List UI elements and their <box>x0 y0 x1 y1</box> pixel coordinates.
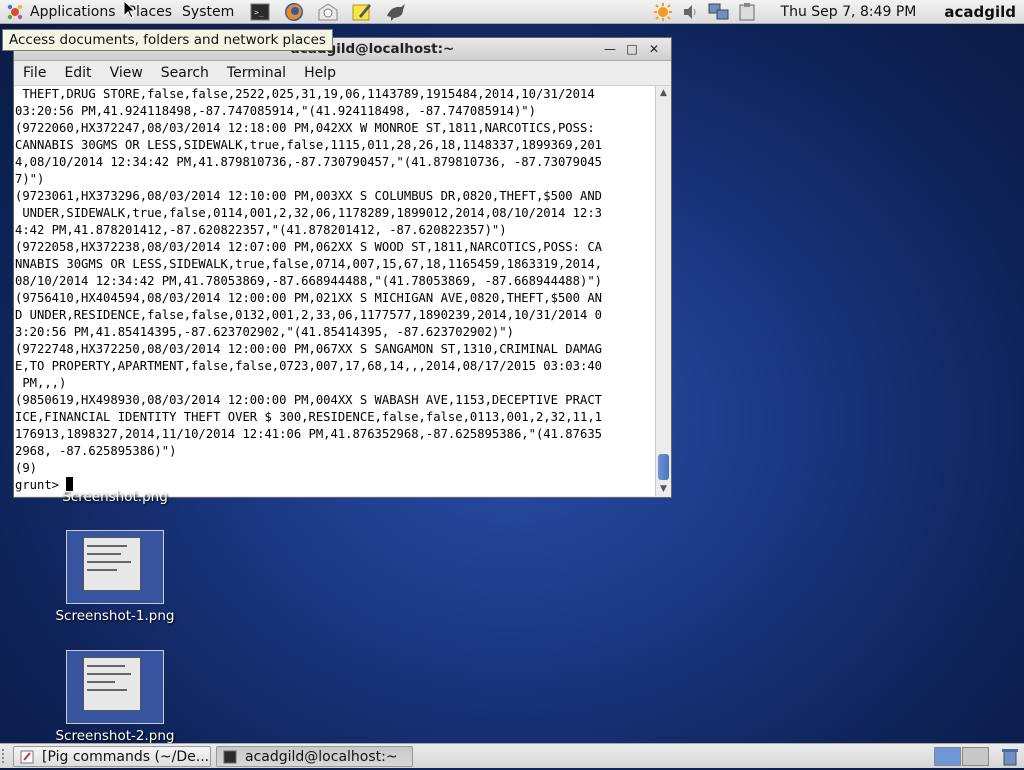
terminal-output[interactable]: THEFT,DRUG STORE,false,false,2522,025,31… <box>14 86 655 496</box>
mail-clock-icon[interactable] <box>316 1 340 23</box>
network-icon[interactable] <box>708 2 730 22</box>
notes-icon[interactable] <box>350 1 374 23</box>
menu-edit[interactable]: Edit <box>55 65 100 81</box>
scroll-up-icon[interactable]: ▲ <box>656 86 671 100</box>
clipboard-icon[interactable] <box>736 2 758 22</box>
terminal-line: (9) <box>15 461 38 475</box>
user-name[interactable]: acadgild <box>944 3 1016 21</box>
workspace-1[interactable] <box>934 747 961 766</box>
terminal-line: (9756410,HX404594,08/03/2014 12:00:00 PM… <box>15 291 602 305</box>
terminal-icon <box>223 750 237 763</box>
taskbar-item-pig-commands[interactable]: [Pig commands (~/De... <box>13 746 211 767</box>
minimize-icon[interactable]: — <box>599 40 621 58</box>
desktop-icon-label: Screenshot-1.png <box>55 608 175 624</box>
places-tooltip: Access documents, folders and network pl… <box>2 29 333 51</box>
dolphin-icon[interactable] <box>384 1 408 23</box>
terminal-line: D UNDER,RESIDENCE,false,false,0132,001,2… <box>15 308 602 322</box>
maximize-icon[interactable]: □ <box>621 40 643 58</box>
terminal-line: 3:20:56 PM,41.85414395,-87.623702902,"(4… <box>15 325 514 339</box>
terminal-line: UNDER,SIDEWALK,true,false,0114,001,2,32,… <box>15 206 602 220</box>
top-panel: Applications Places System >_ Thu Sep 7,… <box>0 0 1024 24</box>
terminal-line: 03:20:56 PM,41.924118498,-87.747085914,"… <box>15 104 536 118</box>
menu-search[interactable]: Search <box>152 65 218 81</box>
system-tray: Thu Sep 7, 8:49 PM acadgild <box>649 0 1024 24</box>
workspace-2[interactable] <box>962 747 989 766</box>
terminal-line: 176913,1898327,2014,11/10/2014 12:41:06 … <box>15 427 602 441</box>
applications-label: Applications <box>30 3 116 20</box>
menu-terminal[interactable]: Terminal <box>218 65 295 81</box>
volume-icon[interactable] <box>680 2 702 22</box>
terminal-scrollbar[interactable]: ▲ ▼ <box>655 86 671 496</box>
menu-view[interactable]: View <box>101 65 152 81</box>
terminal-line: 4:42 PM,41.878201412,-87.620822357,"(41.… <box>15 223 507 237</box>
terminal-line: E,TO PROPERTY,APARTMENT,false,false,0723… <box>15 359 602 373</box>
terminal-menubar: File Edit View Search Terminal Help <box>14 61 671 86</box>
desktop-icon-label: Screenshot-2.png <box>55 728 175 744</box>
desktop-icon-screenshot-1[interactable]: Screenshot-1.png <box>50 530 180 624</box>
svg-text:>_: >_ <box>254 8 264 17</box>
terminal-line: 08/10/2014 12:34:42 PM,41.78053869,-87.6… <box>15 274 602 288</box>
taskbar-item-label: acadgild@localhost:~ <box>245 748 398 765</box>
terminal-line: 4,08/10/2014 12:34:42 PM,41.879810736,-8… <box>15 155 602 169</box>
system-menu[interactable]: System <box>178 0 240 24</box>
terminal-launcher-icon[interactable]: >_ <box>248 1 272 23</box>
terminal-line: CANNABIS 30GMS OR LESS,SIDEWALK,true,fal… <box>15 138 602 152</box>
mouse-pointer-icon <box>123 0 137 19</box>
terminal-line: (9722060,HX372247,08/03/2014 12:18:00 PM… <box>15 121 595 135</box>
terminal-line: (9722058,HX372238,08/03/2014 12:07:00 PM… <box>15 240 602 254</box>
terminal-line: ICE,FINANCIAL IDENTITY THEFT OVER $ 300,… <box>15 410 602 424</box>
show-desktop-icon[interactable] <box>2 749 12 763</box>
taskbar-item-label: [Pig commands (~/De... <box>42 748 210 765</box>
applications-menu[interactable]: Applications <box>0 0 122 24</box>
scroll-down-icon[interactable]: ▼ <box>656 482 671 496</box>
close-icon[interactable]: ✕ <box>643 40 665 58</box>
image-thumbnail <box>66 530 164 604</box>
menu-help[interactable]: Help <box>295 65 345 81</box>
menu-file[interactable]: File <box>14 65 55 81</box>
clock[interactable]: Thu Sep 7, 8:49 PM <box>781 4 917 20</box>
update-sun-icon[interactable] <box>652 2 674 22</box>
image-thumbnail <box>66 650 164 724</box>
terminal-line: 2968, -87.625895386)") <box>15 444 177 458</box>
terminal-line: (9722748,HX372250,08/03/2014 12:00:00 PM… <box>15 342 602 356</box>
system-label: System <box>182 3 235 20</box>
scrollbar-thumb[interactable] <box>658 454 669 480</box>
terminal-line: (9850619,HX498930,08/03/2014 12:00:00 PM… <box>15 393 602 407</box>
terminal-line: 7)") <box>15 172 45 186</box>
terminal-line: (9723061,HX373296,08/03/2014 12:10:00 PM… <box>15 189 602 203</box>
firefox-icon[interactable] <box>282 1 306 23</box>
terminal-line: NNABIS 30GMS OR LESS,SIDEWALK,true,false… <box>15 257 602 271</box>
gnome-foot-icon <box>7 4 23 19</box>
desktop-icon-label-partial: Screenshot.png <box>62 489 168 505</box>
terminal-window[interactable]: acadgild@localhost:~ — □ ✕ File Edit Vie… <box>13 37 672 498</box>
text-editor-icon <box>20 750 34 763</box>
desktop-icon-screenshot-2[interactable]: Screenshot-2.png <box>50 650 180 744</box>
trash-icon[interactable] <box>1000 747 1020 766</box>
terminal-line: PM,,,) <box>15 376 67 390</box>
bottom-panel: [Pig commands (~/De... acadgild@localhos… <box>0 743 1024 768</box>
taskbar-item-terminal[interactable]: acadgild@localhost:~ <box>216 746 413 767</box>
terminal-line: THEFT,DRUG STORE,false,false,2522,025,31… <box>15 87 595 101</box>
